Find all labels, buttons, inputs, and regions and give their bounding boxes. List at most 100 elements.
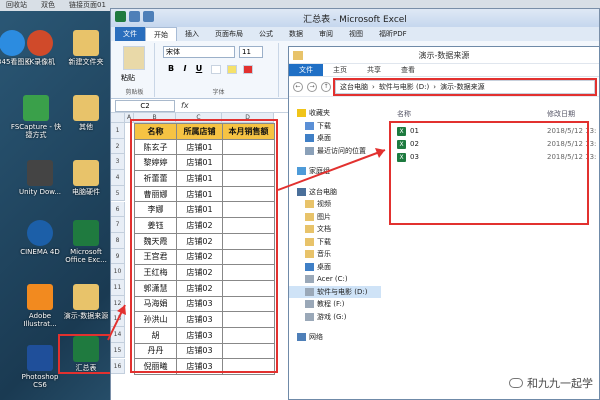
homegroup-icon xyxy=(297,167,306,176)
fill-color-icon[interactable] xyxy=(227,65,237,74)
tab-formulas[interactable]: 公式 xyxy=(251,27,281,41)
select-all-corner[interactable] xyxy=(111,113,125,123)
paste-icon[interactable] xyxy=(123,46,145,70)
tab-view[interactable]: 视图 xyxy=(341,27,371,41)
recent-icon xyxy=(305,146,314,155)
sidebar-drive-d[interactable]: 软件与电影 (D:) xyxy=(289,285,381,298)
desktop-icon-other[interactable]: 其他 xyxy=(60,95,112,131)
chevron-right-icon: › xyxy=(372,82,375,91)
row-header[interactable]: 10 xyxy=(111,264,125,280)
name-box[interactable]: C2 xyxy=(115,99,175,112)
network-icon xyxy=(297,333,306,342)
sidebar-item-recent[interactable]: 最近访问的位置 xyxy=(289,145,381,158)
sidebar-item-videos[interactable]: 视频 xyxy=(289,198,381,211)
tab-page-layout[interactable]: 页面布局 xyxy=(207,27,251,41)
desktop-icon-summary[interactable]: 汇总表 xyxy=(58,334,114,374)
tab-review[interactable]: 审阅 xyxy=(311,27,341,41)
sidebar-item-desktop-pc[interactable]: 桌面 xyxy=(289,261,381,274)
tab-view[interactable]: 查看 xyxy=(391,64,425,76)
desktop-icon-fscapture[interactable]: FSCapture - 快捷方式 xyxy=(10,95,62,139)
row-header[interactable]: 4 xyxy=(111,170,125,186)
desktop-icon-photoshop[interactable]: Photoshop CS6 xyxy=(14,345,66,389)
tab-home[interactable]: 开始 xyxy=(145,27,177,41)
drive-icon xyxy=(305,312,314,321)
app-icon xyxy=(27,220,53,246)
top-strip-item[interactable]: 回收站 xyxy=(6,0,27,11)
row-header[interactable]: 14 xyxy=(111,327,125,343)
breadcrumb-item[interactable]: 这台电脑 xyxy=(340,82,368,92)
desktop-icon-hardware[interactable]: 电脑硬件 xyxy=(60,160,112,196)
desktop-icon-unity[interactable]: Unity Dow... xyxy=(14,160,66,196)
column-date-header[interactable]: 修改日期 xyxy=(547,109,575,119)
bold-button[interactable]: B xyxy=(165,63,177,75)
breadcrumb-item[interactable]: 软件与电影 (D:) xyxy=(379,82,429,92)
row-header[interactable]: 3 xyxy=(111,154,125,171)
desktop-icon-new-folder[interactable]: 新建文件夹 xyxy=(60,30,112,66)
file-list: 名称 修改日期 X 01 2018/5/12 13: X 02 2018/5/1… xyxy=(389,99,599,399)
desktop-icon-excel[interactable]: Microsoft Office Exc... xyxy=(60,220,112,264)
row-header[interactable]: 15 xyxy=(111,342,125,359)
sidebar-drive-f[interactable]: 教程 (F:) xyxy=(289,298,381,311)
tab-share[interactable]: 共享 xyxy=(357,64,391,76)
desktop-icon-kk[interactable]: KK录像机 xyxy=(14,30,66,66)
tab-home[interactable]: 主页 xyxy=(323,64,357,76)
undo-icon[interactable] xyxy=(143,11,154,22)
underline-button[interactable]: U xyxy=(193,63,205,75)
row-header[interactable]: 7 xyxy=(111,217,125,233)
row-header[interactable]: 12 xyxy=(111,295,125,312)
row-header[interactable]: 13 xyxy=(111,311,125,328)
fx-icon[interactable]: fx xyxy=(181,101,189,110)
tab-file[interactable]: 文件 xyxy=(289,64,323,76)
font-size-select[interactable]: 11 xyxy=(239,46,263,58)
up-icon[interactable]: ↑ xyxy=(321,81,331,92)
highlight-box xyxy=(130,119,278,373)
border-icon[interactable] xyxy=(211,65,221,74)
tab-data[interactable]: 数据 xyxy=(281,27,311,41)
sidebar-item-downloads[interactable]: 下载 xyxy=(289,120,381,133)
app-icon xyxy=(27,284,53,310)
row-header[interactable]: 8 xyxy=(111,232,125,249)
sidebar-item-downloads-pc[interactable]: 下载 xyxy=(289,236,381,249)
desktop-icon-cinema4d[interactable]: CINEMA 4D xyxy=(14,220,66,256)
excel-icon xyxy=(73,220,99,246)
row-header[interactable]: 11 xyxy=(111,280,125,296)
tab-pdf[interactable]: 福昕PDF xyxy=(371,27,415,41)
sidebar-network[interactable]: 网络 xyxy=(289,331,381,344)
folder-icon xyxy=(73,160,99,186)
address-bar[interactable]: 这台电脑 › 软件与电影 (D:) › 演示-数据来源 xyxy=(333,77,597,96)
sidebar-this-pc[interactable]: 这台电脑 xyxy=(289,186,381,199)
sidebar-item-documents[interactable]: 文档 xyxy=(289,223,381,236)
highlight-box xyxy=(389,121,589,225)
explorer-title: 演示-数据来源 xyxy=(418,50,470,60)
row-header[interactable]: 2 xyxy=(111,138,125,155)
sidebar-homegroup[interactable]: 家庭组 xyxy=(289,165,381,178)
row-header[interactable]: 1 xyxy=(111,123,125,139)
save-icon[interactable] xyxy=(129,11,140,22)
tab-insert[interactable]: 插入 xyxy=(177,27,207,41)
sidebar-item-desktop[interactable]: 桌面 xyxy=(289,132,381,145)
sidebar-drive-c[interactable]: Acer (C:) xyxy=(289,273,381,286)
row-header[interactable]: 9 xyxy=(111,248,125,265)
video-folder-icon xyxy=(305,200,314,209)
sidebar-drive-g[interactable]: 游戏 (G:) xyxy=(289,311,381,324)
back-icon[interactable]: ← xyxy=(293,81,303,92)
explorer-window: 演示-数据来源 文件 主页 共享 查看 ← → ↑ 这台电脑 › 软件与电影 (… xyxy=(288,46,600,400)
font-color-icon[interactable] xyxy=(243,65,253,74)
sidebar-item-music[interactable]: 音乐 xyxy=(289,248,381,261)
font-group: 宋体 11 B I U 字体 xyxy=(159,43,279,97)
tab-file[interactable]: 文件 xyxy=(115,27,145,41)
top-strip-item[interactable]: 双色 xyxy=(41,0,55,11)
row-header[interactable]: 6 xyxy=(111,201,125,218)
font-name-select[interactable]: 宋体 xyxy=(163,46,235,58)
column-name-header[interactable]: 名称 xyxy=(397,110,411,118)
sidebar-item-pictures[interactable]: 图片 xyxy=(289,211,381,224)
sidebar-favorites[interactable]: 收藏夹 xyxy=(289,107,381,120)
row-header[interactable]: 16 xyxy=(111,358,125,375)
desktop-icon-demo-folder[interactable]: 演示-数据来源 xyxy=(60,284,112,320)
top-strip-item[interactable]: 链接页面01 xyxy=(69,0,106,11)
forward-icon[interactable]: → xyxy=(307,81,317,92)
desktop-icon-illustrator[interactable]: Adobe Illustrat... xyxy=(14,284,66,328)
row-header[interactable]: 5 xyxy=(111,185,125,202)
breadcrumb-item[interactable]: 演示-数据来源 xyxy=(440,82,485,92)
italic-button[interactable]: I xyxy=(179,63,191,75)
